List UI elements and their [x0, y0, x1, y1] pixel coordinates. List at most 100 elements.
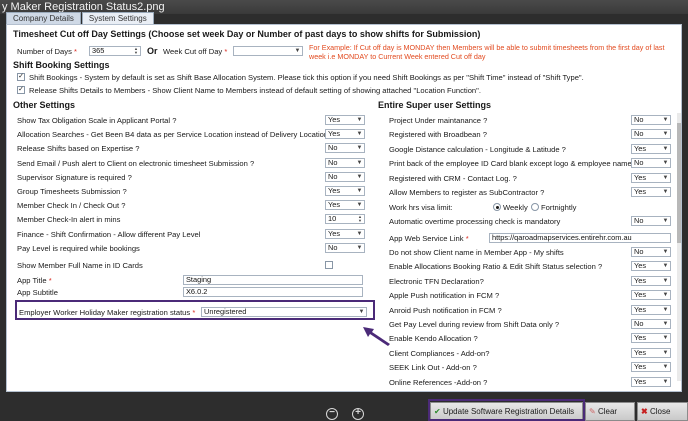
- chevron-down-icon: ▼: [356, 117, 363, 123]
- setting-value: Yes: [634, 187, 647, 196]
- close-button[interactable]: ✖ Close: [637, 402, 688, 421]
- app-subtitle-label: App Subtitle: [17, 288, 58, 297]
- setting-value: Yes: [634, 362, 647, 372]
- setting-select[interactable]: Yes ▼: [325, 186, 365, 196]
- tab-company-details[interactable]: Company Details: [6, 12, 81, 24]
- setting-value: Yes: [634, 376, 647, 386]
- setting-select[interactable]: No ▼: [631, 319, 671, 329]
- setting-select[interactable]: No ▼: [325, 157, 365, 168]
- chevron-down-icon: ▼: [662, 364, 669, 371]
- scrollbar[interactable]: [677, 113, 681, 381]
- setting-label: Online References -Add-on ?: [389, 377, 488, 387]
- visa-fortnightly-radio[interactable]: [531, 203, 539, 211]
- setting-label: Get Pay Level during review from Shift D…: [389, 320, 560, 329]
- app-title-input[interactable]: Staging: [183, 275, 363, 285]
- setting-label: Google Distance calculation - Longitude …: [389, 144, 566, 154]
- setting-label: Show Tax Obligation Scale in Applicant P…: [17, 116, 177, 125]
- chevron-down-icon: ▼: [356, 131, 363, 138]
- visa-weekly-label: Weekly: [503, 203, 528, 212]
- setting-value: Yes: [634, 172, 647, 182]
- release-shifts-label: Release Shifts Details to Members - Show…: [29, 86, 481, 95]
- setting-label: Member Check-In alert in mins: [17, 215, 121, 225]
- setting-select[interactable]: No ▼: [325, 143, 365, 154]
- setting-select[interactable]: No ▼: [631, 247, 671, 257]
- setting-select[interactable]: No ▼: [325, 171, 365, 182]
- setting-select[interactable]: Yes ▼: [631, 333, 671, 344]
- release-shifts-checkbox[interactable]: ✓: [17, 86, 25, 94]
- setting-value: Yes: [634, 275, 647, 285]
- setting-value: Yes: [634, 333, 647, 343]
- shift-bookings-checkbox[interactable]: ✓: [17, 73, 25, 81]
- setting-value: Yes: [328, 115, 341, 124]
- setting-select[interactable]: Yes ▼: [631, 362, 671, 373]
- chevron-down-icon: ▼: [662, 277, 669, 284]
- chevron-down-icon: ▼: [662, 131, 669, 138]
- setting-value: Yes: [634, 347, 647, 357]
- setting-label: Allocation Searches - Get Been B4 data a…: [17, 130, 335, 140]
- chevron-down-icon: ▼: [662, 249, 669, 255]
- visa-weekly-radio[interactable]: [493, 203, 501, 211]
- chevron-down-icon: ▼: [662, 349, 669, 356]
- setting-label: Supervisor Signature is required ?: [17, 172, 132, 182]
- setting-value: Yes: [328, 186, 341, 195]
- setting-select[interactable]: No ▼: [631, 158, 671, 169]
- full-name-label: Show Member Full Name in ID Cards: [17, 261, 143, 270]
- setting-label: Project Under maintanance ?: [389, 116, 488, 125]
- spinner-arrows-icon[interactable]: ▲ ▼: [132, 47, 140, 55]
- setting-label: Enable Kendo Allocation ?: [389, 334, 478, 344]
- full-name-checkbox[interactable]: [325, 261, 333, 269]
- setting-value: No: [328, 242, 338, 252]
- setting-label: Group Timesheets Submission ?: [17, 187, 127, 196]
- chevron-down-icon: ▼: [662, 321, 669, 327]
- app-subtitle-input[interactable]: X6.0.2: [183, 287, 363, 297]
- setting-label: Enable Allocations Booking Ratio & Edit …: [389, 262, 603, 272]
- setting-select[interactable]: Yes ▼: [631, 187, 671, 197]
- setting-label: Apple Push notification in FCM ?: [389, 291, 500, 301]
- zoom-in-icon[interactable]: +: [352, 408, 364, 420]
- web-service-input[interactable]: https://qaroadmapservices.entirehr.com.a…: [489, 233, 671, 243]
- chevron-down-icon: ▼: [356, 173, 363, 180]
- num-days-label: Number of Days *: [17, 47, 77, 56]
- setting-select[interactable]: No ▼: [631, 129, 671, 140]
- setting-select[interactable]: Yes ▼: [631, 172, 671, 183]
- setting-label: Do not show Client name in Member App - …: [389, 248, 564, 257]
- setting-select[interactable]: Yes ▼: [631, 143, 671, 154]
- setting-value: Yes: [634, 143, 647, 153]
- setting-value: No: [634, 247, 644, 256]
- setting-select[interactable]: Yes ▼: [325, 228, 365, 239]
- setting-spinner[interactable]: 10 ▲ ▼: [325, 214, 365, 225]
- setting-select[interactable]: No ▼: [325, 242, 365, 253]
- setting-value: Yes: [634, 304, 647, 314]
- setting-select[interactable]: Yes ▼: [631, 261, 671, 272]
- zoom-out-icon[interactable]: −: [326, 408, 338, 420]
- chevron-down-icon: ▼: [662, 218, 669, 224]
- update-button-highlight: [428, 399, 585, 421]
- setting-value: Yes: [634, 261, 647, 271]
- setting-select[interactable]: Yes ▼: [325, 115, 365, 125]
- setting-select[interactable]: Yes ▼: [631, 275, 671, 286]
- overtime-select[interactable]: No ▼: [631, 216, 671, 226]
- setting-select[interactable]: Yes ▼: [325, 129, 365, 140]
- setting-select[interactable]: No ▼: [631, 115, 671, 125]
- setting-select[interactable]: Yes ▼: [631, 376, 671, 387]
- system-settings-panel: Timesheet Cut off Day Settings (Choose s…: [6, 24, 682, 392]
- setting-select[interactable]: Yes ▼: [631, 304, 671, 315]
- week-cutoff-label: Week Cut off Day *: [163, 47, 228, 56]
- eraser-icon: ✎: [589, 407, 596, 416]
- scrollbar-thumb[interactable]: [677, 123, 681, 243]
- clear-button[interactable]: ✎ Clear: [585, 402, 635, 421]
- chevron-down-icon: ▼: [356, 159, 363, 166]
- chevron-down-icon: ▼: [294, 48, 301, 54]
- chevron-down-icon: ▼: [662, 335, 669, 342]
- week-cutoff-select[interactable]: ▼: [233, 46, 303, 56]
- setting-select[interactable]: Yes ▼: [631, 347, 671, 358]
- setting-select[interactable]: Yes ▼: [325, 200, 365, 211]
- chevron-down-icon: ▼: [662, 145, 669, 152]
- setting-label: Finance - Shift Confirmation - Allow dif…: [17, 229, 201, 239]
- setting-select[interactable]: Yes ▼: [631, 290, 671, 301]
- setting-value: No: [328, 143, 338, 153]
- tab-system-settings[interactable]: System Settings: [81, 12, 154, 24]
- chevron-down-icon: ▼: [662, 189, 669, 195]
- setting-value: No: [328, 171, 338, 181]
- num-days-input[interactable]: 365 ▲ ▼: [89, 46, 141, 56]
